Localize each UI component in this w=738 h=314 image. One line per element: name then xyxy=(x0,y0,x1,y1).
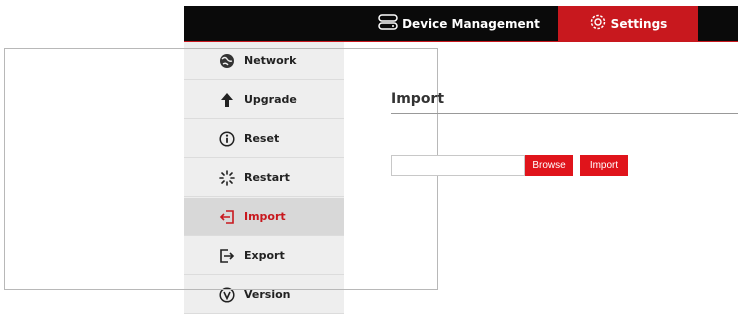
sidebar-item-label: Import xyxy=(244,210,286,223)
sidebar-item-label: Version xyxy=(244,288,291,301)
gear-icon xyxy=(589,13,607,34)
export-icon xyxy=(218,247,236,265)
title-divider xyxy=(391,113,738,114)
tab-settings-label: Settings xyxy=(610,16,668,31)
page-title: Import xyxy=(391,91,445,107)
sidebar-item-network[interactable]: Network xyxy=(184,42,344,80)
top-nav-bar: Device Management Settings xyxy=(184,6,738,41)
sidebar-item-restart[interactable]: Restart xyxy=(184,159,344,197)
spinner-icon xyxy=(218,169,236,187)
info-icon xyxy=(218,130,236,148)
tab-device-management-label: Device Management xyxy=(402,16,540,31)
sidebar-item-import[interactable]: Import xyxy=(184,198,344,236)
tab-settings[interactable]: Settings xyxy=(558,6,698,41)
import-button[interactable]: Import xyxy=(580,155,628,176)
globe-icon xyxy=(218,52,236,70)
sidebar-item-upgrade[interactable]: Upgrade xyxy=(184,81,344,119)
version-icon xyxy=(218,286,236,304)
tab-device-management[interactable]: Device Management xyxy=(374,6,544,41)
sidebar-item-label: Restart xyxy=(244,171,290,184)
file-path-input[interactable] xyxy=(391,155,525,176)
arrow-up-icon xyxy=(218,91,236,109)
sidebar: Network Upgrade Reset Restart Import Exp… xyxy=(184,42,344,314)
browse-button[interactable]: Browse xyxy=(525,155,573,176)
server-icon xyxy=(378,14,398,33)
sidebar-item-label: Network xyxy=(244,54,297,67)
sidebar-item-reset[interactable]: Reset xyxy=(184,120,344,158)
sidebar-item-label: Reset xyxy=(244,132,280,145)
import-icon xyxy=(218,208,236,226)
sidebar-item-export[interactable]: Export xyxy=(184,237,344,275)
sidebar-item-label: Upgrade xyxy=(244,93,297,106)
sidebar-item-version[interactable]: Version xyxy=(184,276,344,314)
sidebar-item-label: Export xyxy=(244,249,285,262)
